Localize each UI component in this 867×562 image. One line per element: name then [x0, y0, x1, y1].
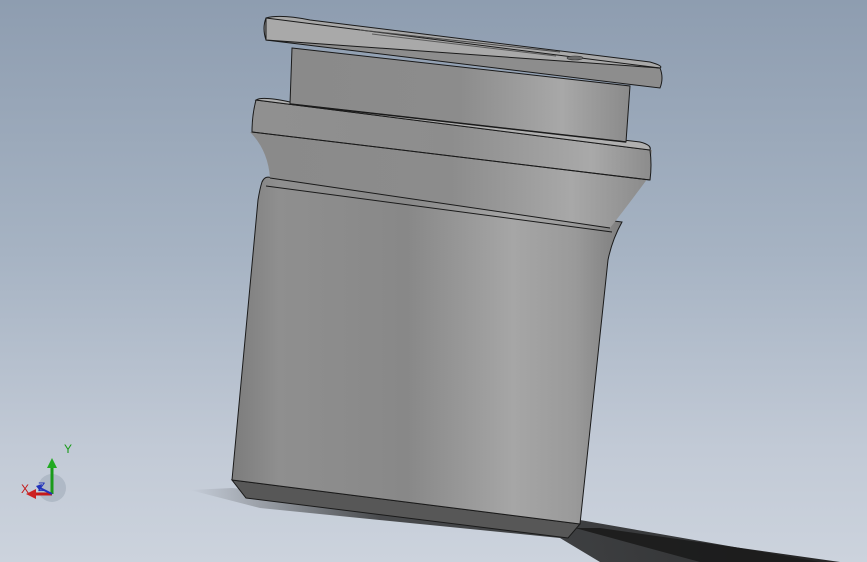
x-axis-label: X: [21, 482, 30, 496]
graphics-viewport[interactable]: Y X Z: [0, 0, 867, 562]
model-view[interactable]: [0, 0, 867, 562]
y-axis-label: Y: [64, 442, 73, 456]
z-axis-label: Z: [38, 480, 46, 494]
axis-triad: Y X Z: [18, 440, 78, 510]
main-body[interactable]: [231, 176, 623, 525]
